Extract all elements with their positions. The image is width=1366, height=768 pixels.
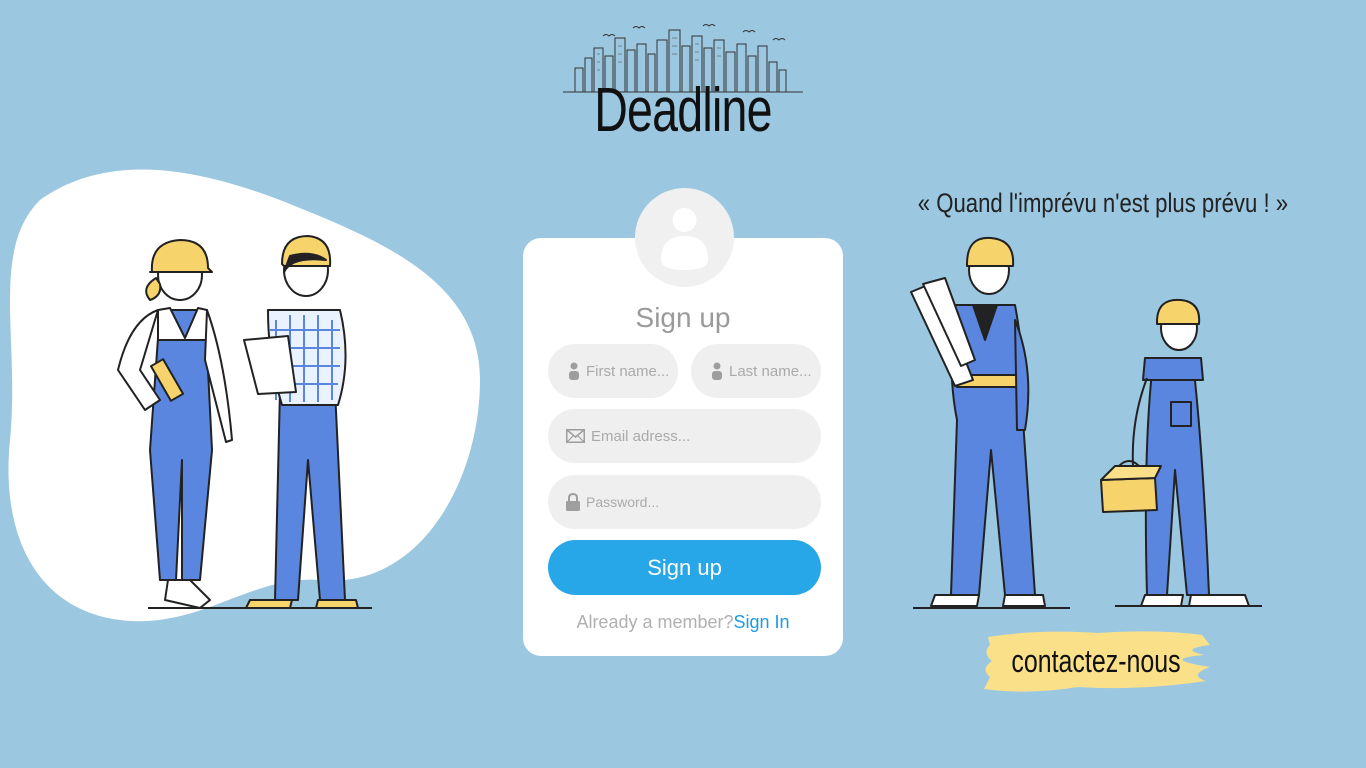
signup-button[interactable]: Sign up [548,540,821,595]
tagline: « Quand l'imprévu n'est plus prévu ! » [917,188,1289,218]
signin-link[interactable]: Sign In [734,612,790,632]
avatar [635,188,734,287]
avatar-icon [661,208,708,270]
contact-us-button[interactable]: contactez-nous [978,625,1214,700]
lock-icon [566,493,580,511]
first-name-input[interactable] [586,362,678,380]
contact-us-label: contactez-nous [1011,643,1181,679]
email-input[interactable] [591,427,821,445]
last-name-field[interactable] [691,344,821,398]
first-name-field[interactable] [548,344,678,398]
user-icon [569,362,579,380]
member-text: Already a member? [576,612,734,632]
user-icon [712,362,722,380]
last-name-input[interactable] [729,362,821,380]
brand-name: Deadline [594,76,772,145]
envelope-icon [566,429,585,443]
signin-prompt: Already a member?Sign In [523,612,843,633]
email-field[interactable] [548,409,821,463]
signup-title: Sign up [635,302,731,333]
password-field[interactable] [548,475,821,529]
brand-logo[interactable]: Deadline [563,18,803,142]
workers-illustration-right [895,230,1275,620]
workers-illustration-left [0,160,500,630]
password-input[interactable] [586,494,821,510]
